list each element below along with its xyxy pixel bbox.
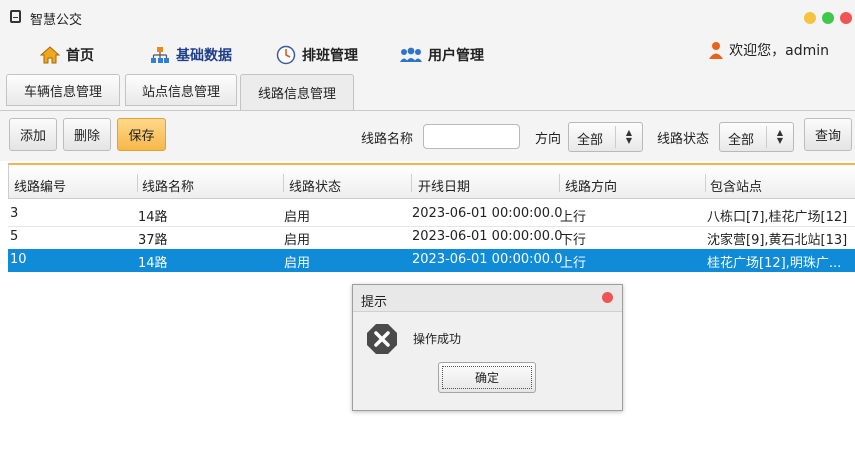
welcome-text: 欢迎您，admin [729, 43, 829, 59]
nav-item-base-data[interactable]: 基础数据 [150, 44, 232, 66]
nav-label: 用户管理 [428, 48, 484, 64]
col-header-direction[interactable]: 线路方向 [565, 176, 617, 195]
cell-stations: 沈家营[9],黄石北站[13] [707, 233, 848, 248]
home-icon [40, 46, 60, 64]
column-divider [283, 174, 284, 192]
cell-stations: 八栋口[7],桂花广场[12] [707, 210, 848, 225]
users-icon [400, 47, 422, 62]
column-divider [705, 174, 706, 192]
cell-route-status: 启用 [284, 210, 311, 225]
message-dialog: 提示 操作成功 确定 [352, 284, 623, 411]
spinner-arrows-icon: ▲ ▼ [766, 126, 793, 148]
cell-route-name: 14路 [138, 256, 168, 271]
cell-route-id: 10 [10, 252, 27, 267]
add-button[interactable]: 添加 [9, 118, 57, 151]
cell-route-status: 启用 [284, 233, 311, 248]
nav-label: 基础数据 [176, 48, 232, 64]
direction-select[interactable]: 全部 ▲ ▼ [568, 122, 643, 152]
delete-button[interactable]: 删除 [63, 118, 111, 151]
dialog-close-button[interactable] [602, 292, 613, 303]
col-header-route-name[interactable]: 线路名称 [142, 176, 194, 195]
cell-open-date: 2023-06-01 00:00:00.0 [412, 229, 563, 244]
column-divider [137, 174, 138, 192]
cell-route-id: 3 [10, 206, 19, 221]
nav-item-home[interactable]: 首页 [40, 44, 94, 66]
tab-vehicle-info[interactable]: 车辆信息管理 [6, 74, 120, 106]
table-header: 线路编号 线路名称 线路状态 开线日期 线路方向 包含站点 [8, 163, 855, 199]
nav-item-users[interactable]: 用户管理 [400, 44, 484, 66]
status-select[interactable]: 全部 ▲ ▼ [719, 122, 794, 152]
sub-tab-bar: 车辆信息管理 站点信息管理 线路信息管理 [0, 74, 855, 111]
direction-value: 全部 [577, 133, 604, 148]
ok-button[interactable]: 确定 [438, 362, 536, 393]
save-button[interactable]: 保存 [117, 118, 166, 151]
cell-direction: 下行 [560, 233, 587, 248]
welcome-area: 欢迎您，admin [709, 40, 829, 60]
cell-route-name: 37路 [138, 233, 168, 248]
cell-direction: 上行 [560, 210, 587, 225]
col-header-open-date[interactable]: 开线日期 [418, 176, 470, 195]
cell-direction: 上行 [560, 256, 587, 271]
route-name-input[interactable] [423, 124, 520, 149]
title-bar: 智慧公交 [0, 0, 855, 34]
cell-route-name: 14路 [138, 210, 168, 225]
minimize-button[interactable] [804, 12, 816, 24]
status-value: 全部 [728, 133, 755, 148]
sitemap-icon [151, 47, 169, 63]
table-row-selected[interactable]: 10 14路 启用 2023-06-01 00:00:00.0 上行 桂花广场[… [8, 249, 855, 272]
tab-route-info[interactable]: 线路信息管理 [240, 74, 354, 110]
spinner-arrows-icon: ▲ ▼ [615, 126, 642, 148]
col-header-route-status[interactable]: 线路状态 [289, 176, 341, 195]
cell-route-status: 启用 [284, 256, 311, 271]
nav-label: 首页 [66, 48, 94, 64]
error-x-icon [367, 324, 397, 354]
dialog-title: 提示 [361, 295, 388, 310]
column-divider [559, 174, 560, 192]
toolbar: 添加 删除 保存 线路名称 方向 全部 ▲ ▼ 线路状态 全部 ▲ ▼ 查询 [0, 111, 855, 161]
col-header-stations[interactable]: 包含站点 [710, 176, 762, 195]
table-row[interactable]: 5 37路 启用 2023-06-01 00:00:00.0 下行 沈家营[9]… [8, 226, 855, 249]
close-button[interactable] [840, 12, 852, 24]
cell-open-date: 2023-06-01 00:00:00.0 [412, 206, 563, 221]
col-header-route-id[interactable]: 线路编号 [14, 176, 66, 195]
nav-item-schedule[interactable]: 排班管理 [276, 44, 358, 66]
dialog-title-bar: 提示 [353, 285, 622, 312]
cell-route-id: 5 [10, 229, 19, 244]
dialog-message: 操作成功 [413, 332, 462, 346]
bus-app-icon [10, 10, 21, 23]
cell-open-date: 2023-06-01 00:00:00.0 [412, 252, 563, 267]
direction-label: 方向 [535, 132, 562, 147]
query-button[interactable]: 查询 [804, 118, 852, 151]
route-name-label: 线路名称 [361, 132, 414, 147]
clock-icon [276, 45, 296, 65]
column-divider [411, 174, 412, 192]
maximize-button[interactable] [822, 12, 834, 24]
cell-stations: 桂花广场[12],明珠广... [707, 256, 842, 271]
window-title: 智慧公交 [30, 13, 83, 28]
table-row[interactable]: 3 14路 启用 2023-06-01 00:00:00.0 上行 八栋口[7]… [8, 203, 855, 226]
nav-label: 排班管理 [302, 48, 358, 64]
user-icon [709, 42, 724, 59]
tab-station-info[interactable]: 站点信息管理 [125, 74, 237, 106]
main-nav: 首页 基础数据 排班管理 用户管理 欢迎您，admin [0, 34, 855, 74]
status-label: 线路状态 [657, 132, 710, 147]
